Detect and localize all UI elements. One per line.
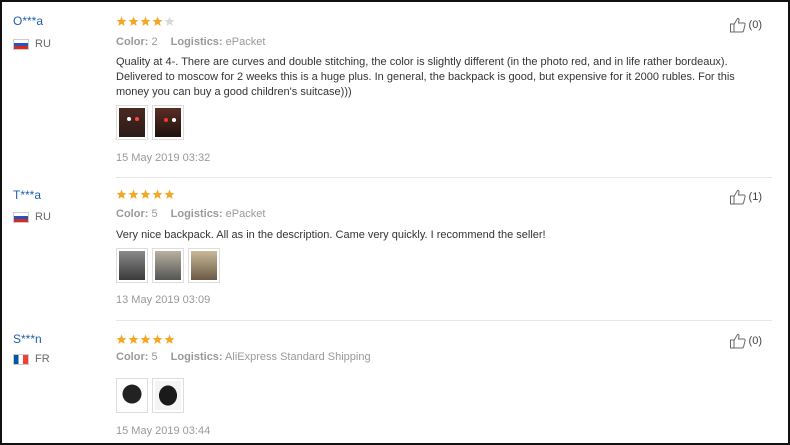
review-meta: Color: 5 Logistics: AliExpress Standard …: [116, 351, 371, 363]
review-photo-thumbnail[interactable]: [116, 105, 148, 140]
reviews-panel: O***a RU Color: 2 Logistics: ePacket Qua…: [0, 0, 790, 445]
review-photos: [116, 378, 184, 413]
logistics-value: AliExpress Standard Shipping: [225, 351, 371, 363]
color-label: Color:: [116, 36, 149, 48]
star-filled-icon: [128, 334, 139, 344]
review-meta: Color: 5 Logistics: ePacket: [116, 208, 265, 220]
color-label: Color:: [116, 208, 149, 220]
review-photos: [116, 105, 184, 140]
star-filled-icon: [140, 16, 151, 26]
country-code: FR: [35, 353, 50, 365]
logistics-label: Logistics:: [170, 208, 223, 220]
thumbs-up-icon: [729, 17, 746, 33]
review-text: Very nice backpack. All as in the descri…: [116, 229, 546, 241]
color-label: Color:: [116, 351, 149, 363]
review-divider: [116, 320, 772, 321]
buyer-country: RU: [13, 38, 51, 50]
helpful-count: (0): [748, 19, 762, 31]
star-filled-icon: [128, 189, 139, 199]
review-photo-thumbnail[interactable]: [116, 378, 148, 413]
backpack-photo: [155, 251, 181, 280]
helpful-button[interactable]: (0): [729, 332, 762, 350]
review-date: 13 May 2019 03:09: [116, 294, 211, 306]
helpful-button[interactable]: (0): [729, 16, 762, 34]
helpful-button[interactable]: (1): [729, 188, 762, 206]
backpack-photo: [155, 108, 181, 137]
review-photo-thumbnail[interactable]: [188, 248, 220, 283]
star-filled-icon: [140, 334, 151, 344]
star-filled-icon: [152, 334, 163, 344]
helpful-count: (1): [748, 191, 762, 203]
buyer-name[interactable]: T***a: [13, 188, 41, 202]
backpack-photo: [119, 381, 145, 410]
review-photo-thumbnail[interactable]: [152, 248, 184, 283]
star-filled-icon: [128, 16, 139, 26]
logistics-label: Logistics:: [170, 36, 223, 48]
review-photo-thumbnail[interactable]: [152, 105, 184, 140]
logistics-value: ePacket: [225, 208, 266, 220]
star-filled-icon: [164, 189, 175, 199]
color-value: 5: [151, 208, 158, 220]
buyer-country: FR: [13, 353, 50, 365]
buyer-country: RU: [13, 211, 51, 223]
buyer-name[interactable]: O***a: [13, 14, 43, 28]
backpack-photo: [119, 251, 145, 280]
star-filled-icon: [116, 334, 127, 344]
star-filled-icon: [164, 334, 175, 344]
star-filled-icon: [140, 189, 151, 199]
russia-flag-icon: [13, 211, 29, 223]
review-date: 15 May 2019 03:44: [116, 425, 211, 437]
review-date: 15 May 2019 03:32: [116, 152, 211, 164]
star-rating: [116, 16, 175, 27]
buyer-name[interactable]: S***n: [13, 332, 42, 346]
star-empty-icon: [164, 16, 175, 26]
star-rating: [116, 189, 175, 200]
color-value: 2: [151, 36, 158, 48]
review-meta: Color: 2 Logistics: ePacket: [116, 36, 265, 48]
logistics-value: ePacket: [225, 36, 266, 48]
backpack-photo: [155, 381, 181, 410]
review-photo-thumbnail[interactable]: [152, 378, 184, 413]
star-filled-icon: [116, 16, 127, 26]
star-rating: [116, 334, 175, 345]
review-photo-thumbnail[interactable]: [116, 248, 148, 283]
russia-flag-icon: [13, 38, 29, 50]
backpack-photo: [191, 251, 217, 280]
review-text: Quality at 4-. There are curves and doub…: [116, 56, 735, 98]
logistics-label: Logistics:: [170, 351, 223, 363]
review-divider: [116, 177, 772, 178]
thumbs-up-icon: [729, 333, 746, 349]
thumbs-up-icon: [729, 189, 746, 205]
country-code: RU: [35, 211, 51, 223]
france-flag-icon: [13, 353, 29, 365]
backpack-photo: [119, 108, 145, 137]
review-photos: [116, 248, 220, 283]
country-code: RU: [35, 38, 51, 50]
star-filled-icon: [152, 16, 163, 26]
helpful-count: (0): [748, 335, 762, 347]
star-filled-icon: [116, 189, 127, 199]
color-value: 5: [151, 351, 158, 363]
star-filled-icon: [152, 189, 163, 199]
